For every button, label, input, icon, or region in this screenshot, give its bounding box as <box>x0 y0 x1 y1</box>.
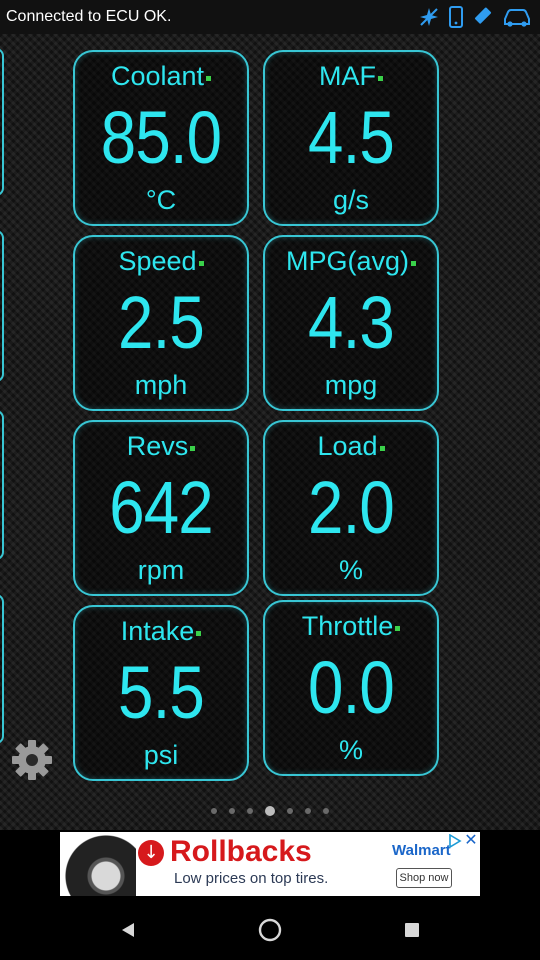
gauge-unit: mph <box>134 370 188 400</box>
page-dot-active[interactable] <box>265 806 275 816</box>
page-dot[interactable] <box>211 808 217 814</box>
gauge-value: 2.0 <box>308 466 395 549</box>
update-indicator <box>198 261 204 266</box>
gauge-label: Throttle <box>301 611 394 641</box>
gauge-unit: rpm <box>137 555 185 585</box>
gauge-load[interactable]: Load 2.0 % <box>263 420 439 596</box>
gauge-unit: % <box>338 735 363 765</box>
gauge-value: 4.5 <box>308 96 395 179</box>
tire-image <box>60 832 136 896</box>
page-dot[interactable] <box>247 808 253 814</box>
status-icons <box>418 6 532 28</box>
usb-icon <box>474 7 492 24</box>
gauge-unit: % <box>338 555 363 585</box>
gauge-maf[interactable]: MAF 4.5 g/s <box>263 50 439 226</box>
gps-off-icon <box>420 8 438 26</box>
page-dot[interactable] <box>305 808 311 814</box>
recents-icon[interactable] <box>400 918 424 942</box>
update-indicator <box>379 446 385 451</box>
shop-now-button[interactable]: Shop now <box>396 868 452 888</box>
page-dot[interactable] <box>287 808 293 814</box>
car-icon <box>504 9 530 27</box>
gauge-unit: °C <box>145 185 177 215</box>
dashboard-area[interactable]: Coolant 85.0 °C MAF 4.5 g/s Speed 2.5 mp… <box>0 34 540 830</box>
ad-title: Rollbacks <box>170 835 312 868</box>
status-bar: Connected to ECU OK. <box>0 0 540 34</box>
adchoices-icon[interactable] <box>448 834 462 848</box>
gauge-label: Speed <box>118 246 197 276</box>
update-indicator <box>395 626 401 631</box>
gauge-label: MPG(avg) <box>285 246 410 276</box>
ad-close-icon[interactable]: ✕ <box>464 832 478 848</box>
gauge-unit: psi <box>143 740 179 770</box>
gauge-unit: g/s <box>332 185 370 215</box>
gauge-unit: mpg <box>324 370 378 400</box>
ad-banner[interactable]: ↓ Rollbacks Low prices on top tires. Wal… <box>60 832 480 896</box>
previous-page-stub[interactable] <box>0 48 4 196</box>
gauge-revs[interactable]: Revs 642 rpm <box>73 420 249 596</box>
gauge-mpg-avg[interactable]: MPG(avg) 4.3 mpg <box>263 235 439 411</box>
gauge-label: Intake <box>120 616 195 646</box>
phone-icon <box>449 6 463 28</box>
ad-brand: Walmart <box>392 842 451 859</box>
settings-gear-icon[interactable] <box>10 738 54 782</box>
gauge-value: 642 <box>109 466 213 549</box>
gauge-throttle[interactable]: Throttle 0.0 % <box>263 600 439 776</box>
gauge-coolant[interactable]: Coolant 85.0 °C <box>73 50 249 226</box>
gauge-value: 5.5 <box>118 651 205 734</box>
gauge-value: 0.0 <box>308 646 395 729</box>
previous-page-stub[interactable] <box>0 594 4 744</box>
page-dot[interactable] <box>323 808 329 814</box>
gauge-speed[interactable]: Speed 2.5 mph <box>73 235 249 411</box>
ad-subtitle: Low prices on top tires. <box>174 870 329 887</box>
gauge-value: 4.3 <box>308 281 395 364</box>
update-indicator <box>196 631 202 636</box>
gauge-intake[interactable]: Intake 5.5 psi <box>73 605 249 781</box>
connection-status: Connected to ECU OK. <box>6 8 172 25</box>
android-nav-bar <box>0 900 540 960</box>
gauge-value: 2.5 <box>118 281 205 364</box>
update-indicator <box>378 76 383 81</box>
update-indicator <box>206 76 212 81</box>
update-indicator <box>411 261 417 266</box>
update-indicator <box>190 446 196 451</box>
gauge-label: MAF <box>319 61 376 91</box>
gauge-value: 85.0 <box>100 96 222 179</box>
rollback-arrow-icon: ↓ <box>138 840 164 866</box>
home-icon[interactable] <box>258 918 282 942</box>
page-dot[interactable] <box>229 808 235 814</box>
gauge-label: Revs <box>126 431 189 461</box>
previous-page-stub[interactable] <box>0 410 4 560</box>
previous-page-stub[interactable] <box>0 230 4 382</box>
back-icon[interactable] <box>116 918 140 942</box>
page-indicator[interactable] <box>0 806 540 816</box>
gauge-label: Coolant <box>110 61 205 91</box>
gauge-label: Load <box>317 431 378 461</box>
